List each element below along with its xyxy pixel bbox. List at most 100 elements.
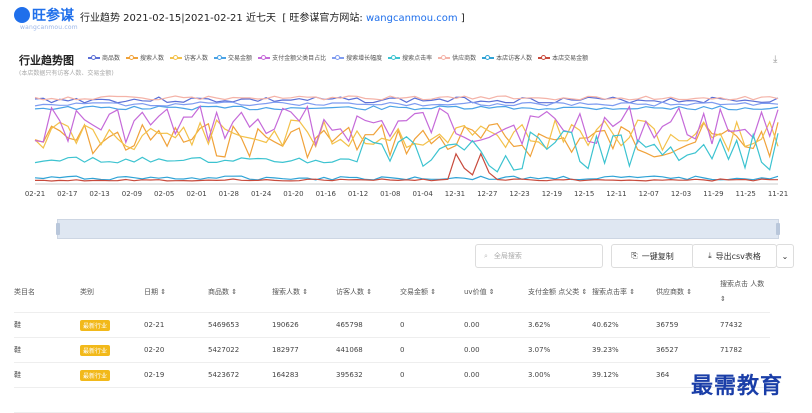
table-row[interactable]: 鞋最新行业 02-21 5469653 190626 465798 0 0.00 3.62% 4… [14, 312, 770, 338]
table-cell [336, 387, 400, 413]
table-cell: 190626 [272, 312, 336, 338]
top-bar: 旺参谋 wangcanmou.com 行业趋势 2021-02-15|2021-… [0, 0, 812, 34]
legend-item[interactable]: 商品数 [88, 53, 120, 62]
column-header[interactable]: 访客人数 ⇕ [336, 272, 400, 313]
table-cell [464, 387, 528, 413]
legend-item[interactable]: 本店访客人数 [482, 53, 532, 62]
export-csv-button[interactable]: ⤓ 导出csv表格 [692, 244, 777, 268]
legend-marker-icon [88, 54, 100, 60]
trend-chart: 02-21 02-17 02-13 02-09 02-05 02-01 01-28 01-24… [25, 95, 788, 198]
table-cell [592, 387, 656, 413]
x-tick-label: 02-09 [122, 190, 142, 198]
legend-label: 搜索增长幅度 [346, 55, 383, 62]
legend-item[interactable]: 搜索点击率 [388, 53, 432, 62]
column-header[interactable]: 搜索人数 ⇕ [272, 272, 336, 313]
chart-title: 行业趋势图 [19, 54, 74, 67]
copy-label: 一键复制 [641, 251, 674, 261]
table-cell: 0.00 [464, 312, 528, 338]
slider-handle-left[interactable] [56, 223, 60, 235]
logo-icon [14, 7, 30, 23]
x-tick-label: 01-28 [219, 190, 239, 198]
copy-icon: ⎘ [631, 251, 638, 260]
legend-item[interactable]: 支付金额父类目占比 [258, 53, 326, 62]
table-cell: 39.12% [592, 362, 656, 388]
series-line [34, 95, 779, 101]
column-header[interactable]: 供应商数 ⇕ [656, 272, 720, 313]
legend-item[interactable]: 交易金额 [214, 53, 252, 62]
x-tick-label: 01-24 [251, 190, 272, 198]
x-tick-label: 01-16 [316, 190, 337, 198]
column-header[interactable]: 搜索点击率 ⇕ [592, 272, 656, 313]
x-tick-label: 12-15 [574, 190, 594, 198]
table-cell [80, 387, 144, 413]
column-header[interactable]: 类别 [80, 272, 144, 313]
column-header[interactable]: 类目名 [14, 272, 80, 313]
table-row[interactable]: 鞋最新行业 02-19 5423672 164283 395632 0 0.00 3.00% 3… [14, 362, 770, 388]
category-tag: 最新行业 [80, 344, 111, 356]
series-line [34, 121, 779, 160]
legend-item[interactable]: 本店交易金额 [538, 53, 588, 62]
column-header[interactable]: 搜索点击 人数 ⇕ [720, 272, 770, 313]
table-cell: 39.23% [592, 337, 656, 363]
table-body: 鞋最新行业 02-21 5469653 190626 465798 0 0.00 3.62% 4… [14, 312, 770, 413]
legend-item[interactable]: 搜索人数 [126, 53, 164, 62]
slider-handle-right[interactable] [776, 223, 780, 235]
table-cell: 36527 [656, 337, 720, 363]
chevron-down-icon[interactable]: ⌄ [776, 244, 794, 268]
chart-legend: 商品数 搜索人数 访客人数 交易金额 支付金额父类目占比 搜索增长幅度 搜索点击率 供应商数 本… [88, 53, 588, 62]
site-link[interactable]: wangcanmou.com [366, 13, 458, 24]
legend-marker-icon [388, 54, 401, 60]
download-icon[interactable]: ⤓ [773, 54, 777, 65]
table-cell: 441068 [336, 337, 400, 363]
x-tick-label: 12-23 [509, 190, 529, 198]
table-cell: 40.62% [592, 312, 656, 338]
legend-label: 供应商数 [452, 55, 477, 62]
table-cell: 395632 [336, 362, 400, 388]
column-header[interactable]: 交易金额 ⇕ [400, 272, 464, 313]
category-tag: 最新行业 [80, 369, 111, 381]
legend-item[interactable]: 访客人数 [170, 53, 208, 62]
x-tick-label: 01-20 [283, 190, 303, 198]
series-line [34, 104, 779, 148]
legend-marker-icon [438, 54, 451, 60]
table-cell: 77432 [720, 312, 770, 338]
table-cell: 最新行业 [80, 337, 144, 363]
x-tick-label: 12-07 [639, 190, 659, 198]
table-cell: 最新行业 [80, 362, 144, 388]
x-tick-label: 02-05 [154, 190, 174, 198]
column-header[interactable]: 支付金额 点父类 ⇕ [528, 272, 592, 313]
copy-button[interactable]: ⎘ 一键复制 [611, 244, 694, 268]
legend-label: 支付金额父类目占比 [272, 55, 327, 62]
legend-marker-icon [332, 54, 345, 60]
category-tag: 最新行业 [80, 319, 111, 331]
column-header[interactable]: uv价值 ⇕ [464, 272, 528, 313]
table-cell [144, 387, 208, 413]
range-slider[interactable] [56, 219, 780, 239]
table-cell: 164283 [272, 362, 336, 388]
x-tick-label: 11-29 [703, 190, 723, 198]
x-tick-label: 02-17 [57, 190, 77, 198]
export-label: 导出csv表格 [715, 251, 761, 261]
table-cell: 3.00% [528, 362, 592, 388]
legend-item[interactable]: 搜索增长幅度 [332, 53, 382, 62]
legend-label: 访客人数 [184, 55, 209, 62]
x-tick-label: 12-19 [542, 190, 562, 198]
site-suffix: ] [457, 13, 465, 24]
column-header[interactable]: 日期 ⇕ [144, 272, 208, 313]
x-tick-label: 02-01 [186, 190, 206, 198]
x-tick-label: 12-11 [606, 190, 626, 198]
column-header[interactable]: 商品数 ⇕ [208, 272, 272, 313]
legend-marker-icon [214, 54, 227, 60]
data-table: 类目名 类别 日期 ⇕ 商品数 ⇕ 搜索人数 ⇕ 访客人数 ⇕ 交易金额 ⇕ uv价值 ⇕ 支付… [14, 272, 770, 413]
table-header-row: 类目名 类别 日期 ⇕ 商品数 ⇕ 搜索人数 ⇕ 访客人数 ⇕ 交易金额 ⇕ uv价值 ⇕ 支付… [14, 272, 770, 313]
x-tick-label: 11-25 [736, 190, 756, 198]
x-tick-label: 12-31 [445, 190, 465, 198]
watermark: 最需教育 [691, 373, 784, 399]
table-cell: 465798 [336, 312, 400, 338]
legend-item[interactable]: 供应商数 [438, 53, 476, 62]
legend-marker-icon [538, 54, 551, 60]
table-cell: 0 [400, 337, 464, 363]
table-row[interactable]: 鞋最新行业 02-20 5427022 182977 441068 0 0.00 3.07% 3… [14, 337, 770, 363]
table-row[interactable] [14, 387, 770, 413]
search-input[interactable]: ⌕ 全局搜索 [475, 244, 603, 268]
